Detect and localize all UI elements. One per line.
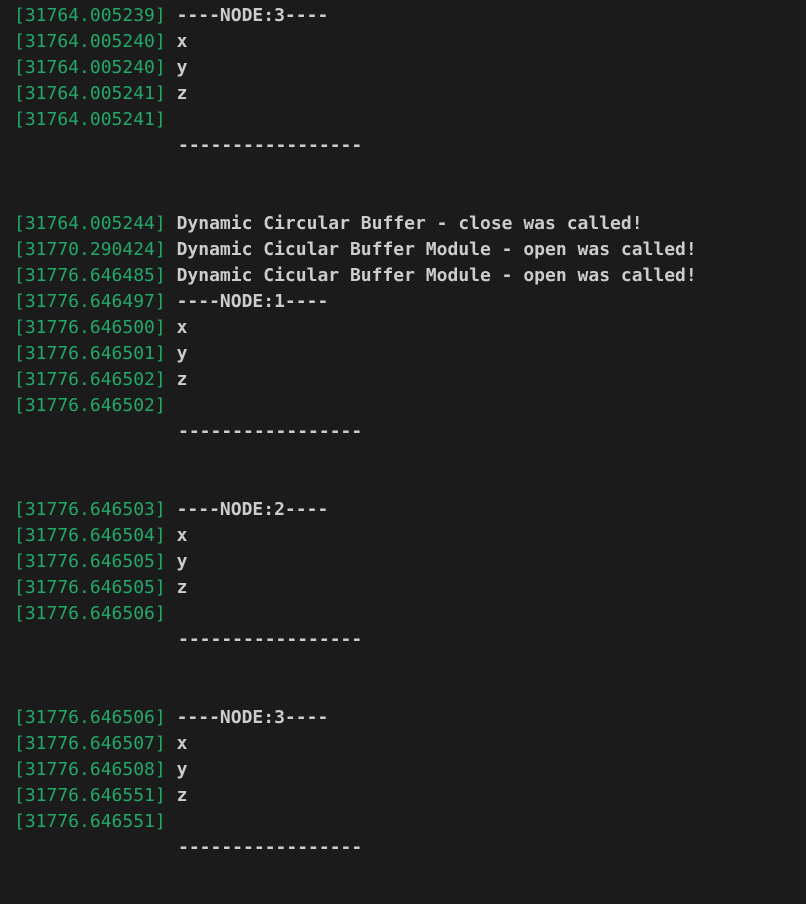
log-line: [31764.005240] y bbox=[14, 55, 187, 81]
log-message: y bbox=[176, 551, 188, 572]
log-line: [31776.646485] Dynamic Cicular Buffer Mo… bbox=[14, 263, 697, 289]
log-message: z bbox=[176, 369, 188, 390]
log-timestamp: [31764.005244] bbox=[14, 213, 166, 234]
log-message: ----NODE:3---- bbox=[176, 5, 329, 26]
log-message: y bbox=[176, 759, 188, 780]
log-timestamp: [31776.646551] bbox=[14, 785, 166, 806]
log-message: ----NODE:3---- bbox=[176, 707, 329, 728]
log-timestamp: [31770.290424] bbox=[14, 239, 166, 260]
log-message: y bbox=[176, 343, 188, 364]
log-timestamp: [31776.646506] bbox=[14, 707, 166, 728]
log-line: [31776.646501] y bbox=[14, 341, 187, 367]
log-line: [31776.646551] bbox=[14, 809, 166, 835]
log-timestamp: [31764.005240] bbox=[14, 57, 166, 78]
log-timestamp: [31776.646505] bbox=[14, 577, 166, 598]
log-timestamp: [31776.646508] bbox=[14, 759, 166, 780]
log-timestamp: [31776.646502] bbox=[14, 395, 166, 416]
log-line: [31770.290424] Dynamic Cicular Buffer Mo… bbox=[14, 237, 697, 263]
log-message: x bbox=[176, 317, 188, 338]
log-message: y bbox=[176, 57, 188, 78]
log-message: Dynamic Cicular Buffer Module - open was… bbox=[176, 239, 697, 260]
log-timestamp: [31776.646504] bbox=[14, 525, 166, 546]
log-line: [31776.646502] bbox=[14, 393, 166, 419]
log-message: z bbox=[176, 785, 188, 806]
log-line: [31776.646551] z bbox=[14, 783, 187, 809]
log-message: Dynamic Circular Buffer - close was call… bbox=[176, 213, 643, 234]
log-line: [31764.005240] x bbox=[14, 29, 187, 55]
log-line: [31764.005241] bbox=[14, 107, 166, 133]
log-line: [31776.646500] x bbox=[14, 315, 187, 341]
log-message: ----NODE:1---- bbox=[176, 291, 329, 312]
separator-line: ----------------- bbox=[178, 629, 363, 650]
log-line: [31776.646506] ----NODE:3---- bbox=[14, 705, 328, 731]
log-message: z bbox=[176, 577, 188, 598]
log-timestamp: [31764.005240] bbox=[14, 31, 166, 52]
log-message: x bbox=[176, 31, 188, 52]
log-line: [31776.646506] bbox=[14, 601, 166, 627]
separator-line: ----------------- bbox=[178, 421, 363, 442]
log-timestamp: [31776.646506] bbox=[14, 603, 166, 624]
log-line: [31776.646502] z bbox=[14, 367, 187, 393]
log-message: Dynamic Cicular Buffer Module - open was… bbox=[176, 265, 697, 286]
log-line: [31776.646507] x bbox=[14, 731, 187, 757]
log-message: ----NODE:2---- bbox=[176, 499, 329, 520]
log-line: [31776.646503] ----NODE:2---- bbox=[14, 497, 328, 523]
log-timestamp: [31776.646507] bbox=[14, 733, 166, 754]
log-timestamp: [31776.646501] bbox=[14, 343, 166, 364]
log-line: [31764.005241] z bbox=[14, 81, 187, 107]
log-line: [31764.005244] Dynamic Circular Buffer -… bbox=[14, 211, 643, 237]
log-message: x bbox=[176, 525, 188, 546]
log-timestamp: [31764.005241] bbox=[14, 83, 166, 104]
log-timestamp: [31776.646505] bbox=[14, 551, 166, 572]
log-message: z bbox=[176, 83, 188, 104]
log-line: [31776.646508] y bbox=[14, 757, 187, 783]
separator-line: ----------------- bbox=[178, 837, 363, 858]
log-timestamp: [31776.646551] bbox=[14, 811, 166, 832]
log-line: [31776.646497] ----NODE:1---- bbox=[14, 289, 328, 315]
log-timestamp: [31776.646485] bbox=[14, 265, 166, 286]
log-line: [31776.646505] y bbox=[14, 549, 187, 575]
terminal-output[interactable]: [31764.005239] ----NODE:3---- [31764.005… bbox=[0, 0, 806, 904]
log-timestamp: [31776.646503] bbox=[14, 499, 166, 520]
log-timestamp: [31776.646500] bbox=[14, 317, 166, 338]
log-timestamp: [31776.646502] bbox=[14, 369, 166, 390]
separator-line: ----------------- bbox=[178, 135, 363, 156]
log-timestamp: [31764.005241] bbox=[14, 109, 166, 130]
log-line: [31776.646505] z bbox=[14, 575, 187, 601]
log-timestamp: [31764.005239] bbox=[14, 5, 166, 26]
log-message: x bbox=[176, 733, 188, 754]
log-line: [31764.005239] ----NODE:3---- bbox=[14, 3, 328, 29]
log-line: [31776.646504] x bbox=[14, 523, 187, 549]
log-timestamp: [31776.646497] bbox=[14, 291, 166, 312]
